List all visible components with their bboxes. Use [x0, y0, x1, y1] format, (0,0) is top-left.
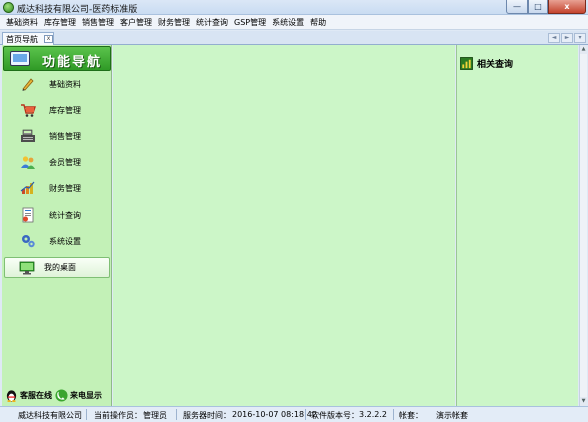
nav-item-my-desktop[interactable]: 我的桌面 — [4, 257, 110, 278]
menu-basic-data[interactable]: 基础资料 — [3, 17, 41, 28]
nav-item-label: 财务管理 — [49, 183, 81, 193]
nav-item-members[interactable]: 会员管理 — [20, 152, 110, 172]
status-account-label: 帐套： — [399, 411, 423, 420]
status-divider — [86, 409, 87, 420]
menu-gsp[interactable]: GSP管理 — [231, 17, 269, 28]
nav-item-label: 基础资料 — [49, 79, 81, 89]
menu-sales[interactable]: 销售管理 — [79, 17, 117, 28]
vertical-scrollbar[interactable]: ▲ ▼ — [579, 45, 587, 406]
menu-customers[interactable]: 客户管理 — [117, 17, 155, 28]
tab-prev-icon[interactable]: ◄ — [548, 33, 560, 43]
menu-finance[interactable]: 财务管理 — [155, 17, 193, 28]
related-query-header[interactable]: 相关查询 — [460, 57, 513, 70]
qq-penguin-icon — [6, 389, 17, 402]
status-operator-label: 当前操作员： — [94, 411, 142, 420]
status-operator: 管理员 — [143, 411, 167, 420]
nav-item-label: 统计查询 — [49, 210, 81, 220]
monitor-icon — [10, 51, 30, 66]
nav-item-label: 会员管理 — [49, 157, 81, 167]
nav-item-sales[interactable]: 销售管理 — [20, 126, 110, 146]
report-icon — [22, 207, 34, 223]
nav-item-label: 系统设置 — [49, 236, 81, 246]
menu-bar: 基础资料 库存管理 销售管理 客户管理 财务管理 统计查询 GSP管理 系统设置… — [0, 15, 588, 30]
tab-navigation: ◄ ► ▾ — [548, 33, 586, 43]
nav-item-basic-data[interactable]: 基础资料 — [20, 74, 110, 94]
status-bar: 威达科技有限公司 当前操作员： 管理员 服务器时间： 2016-10-07 08… — [0, 406, 588, 422]
online-service-button[interactable]: 客服在线 — [5, 389, 52, 402]
window-controls: — □ x — [506, 0, 586, 14]
menu-help[interactable]: 帮助 — [307, 17, 329, 28]
desktop-icon — [19, 261, 35, 274]
nav-item-label: 我的桌面 — [44, 263, 76, 272]
status-version: 3.2.2.2 — [359, 410, 387, 419]
cash-register-icon — [21, 129, 35, 142]
status-divider — [393, 409, 394, 420]
nav-item-inventory[interactable]: 库存管理 — [20, 100, 110, 120]
nav-item-label: 销售管理 — [49, 131, 81, 141]
status-divider — [176, 409, 177, 420]
gears-icon — [22, 235, 35, 248]
tab-close-icon[interactable]: x — [44, 35, 53, 43]
related-query-panel: 相关查询 — [456, 45, 578, 406]
phone-icon — [55, 388, 68, 402]
pencil-icon — [22, 78, 34, 91]
tab-label: 首页导航 — [6, 34, 38, 44]
minimize-button[interactable]: — — [506, 0, 528, 14]
related-query-title: 相关查询 — [477, 60, 514, 70]
nav-item-label: 库存管理 — [49, 105, 81, 115]
tab-list-icon[interactable]: ▾ — [574, 33, 586, 43]
status-server-time-label: 服务器时间： — [183, 411, 231, 420]
status-account: 演示帐套 — [436, 411, 468, 420]
scroll-down-icon[interactable]: ▼ — [580, 397, 587, 406]
caller-id-label: 来电显示 — [70, 390, 102, 400]
nav-header-title: 功能导航 — [42, 55, 103, 70]
nav-item-finance[interactable]: 财务管理 — [20, 178, 110, 198]
status-version-label: 软件版本号： — [311, 411, 359, 420]
nav-item-system-settings[interactable]: 系统设置 — [20, 231, 110, 251]
menu-statistics[interactable]: 统计查询 — [193, 17, 231, 28]
window-title: 威达科技有限公司-医药标准版 — [17, 5, 138, 15]
members-icon — [21, 156, 35, 169]
scroll-up-icon[interactable]: ▲ — [580, 45, 587, 54]
nav-header: 功能导航 — [3, 46, 111, 71]
nav-item-statistics[interactable]: 统计查询 — [20, 205, 110, 225]
menu-inventory[interactable]: 库存管理 — [41, 17, 79, 28]
caller-id-button[interactable]: 来电显示 — [55, 388, 102, 402]
maximize-button[interactable]: □ — [528, 0, 548, 14]
cart-icon — [21, 104, 36, 117]
tab-bar: 首页导航 x ◄ ► ▾ — [0, 31, 588, 45]
nav-footer: 客服在线 来电显示 — [2, 387, 112, 403]
app-logo-icon — [3, 2, 14, 13]
tab-next-icon[interactable]: ► — [561, 33, 573, 43]
status-company: 威达科技有限公司 — [18, 411, 82, 420]
menu-settings[interactable]: 系统设置 — [269, 17, 307, 28]
chart-icon — [460, 57, 473, 70]
chart-icon — [20, 181, 35, 194]
title-bar: 威达科技有限公司-医药标准版 — □ x — [0, 0, 588, 15]
status-divider — [305, 409, 306, 420]
function-navigation-panel: 功能导航 基础资料 库存管理 销售管理 会员管理 财务管理 统计查询 系统设置 … — [2, 45, 112, 406]
main-content-area — [113, 45, 455, 406]
close-button[interactable]: x — [548, 0, 586, 14]
tab-home-navigation[interactable]: 首页导航 x — [2, 32, 54, 45]
online-service-label: 客服在线 — [20, 390, 52, 400]
